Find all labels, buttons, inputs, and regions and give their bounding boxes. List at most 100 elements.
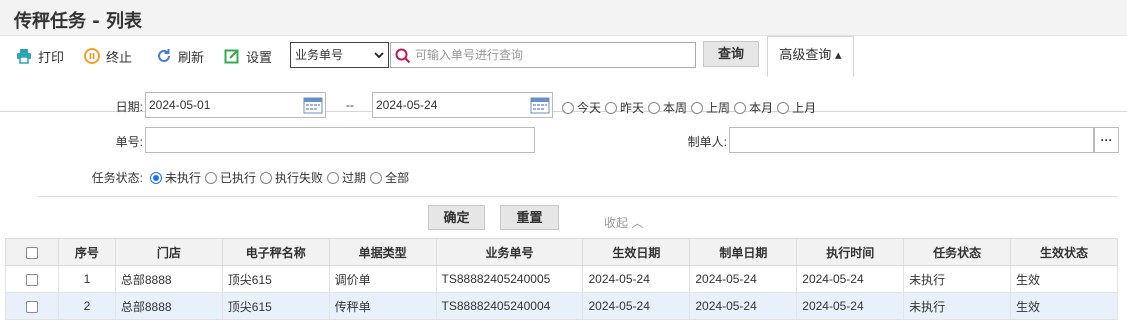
radio-circle <box>370 171 383 184</box>
status-option-label: 已执行 <box>220 171 257 185</box>
creator-input[interactable] <box>729 127 1094 153</box>
column-header[interactable]: 生效状态 <box>1010 238 1118 266</box>
date-to-input[interactable]: 2024-05-24 <box>372 92 553 118</box>
radio-circle <box>648 101 661 114</box>
status-expired[interactable]: 过期 <box>327 169 366 186</box>
column-header[interactable]: 制单日期 <box>689 238 798 266</box>
row-checkbox[interactable] <box>25 300 38 313</box>
cell-order-no: TS88882405240004 <box>435 292 584 320</box>
quick-date-today[interactable]: 今天 <box>562 99 601 116</box>
table-row[interactable]: 1 总部8888 顶尖615 调价单 TS88882405240005 2024… <box>5 265 1118 293</box>
print-button[interactable]: 打印 <box>16 46 64 66</box>
quick-date-this-week[interactable]: 本周 <box>648 99 687 116</box>
column-header[interactable]: 序号 <box>57 238 116 266</box>
search-icon <box>395 48 411 64</box>
quick-date-yesterday[interactable]: 昨天 <box>605 99 644 116</box>
date-to-value: 2024-05-24 <box>376 98 438 112</box>
toolbar: 打印 终止 刷新 设置 业务单号 查询 高级查询 ▴ <box>0 36 1127 112</box>
refresh-label: 刷新 <box>178 49 205 65</box>
search-box <box>390 42 696 68</box>
quick-date-radios: 今天 昨天 本周 上周 本月 上月 <box>562 99 820 116</box>
creator-label: 制单人: <box>687 135 727 149</box>
column-header[interactable]: 单据类型 <box>328 238 437 266</box>
cell-effective-date: 2024-05-24 <box>582 292 691 320</box>
title-bar: 传秤任务 - 列表 <box>0 0 1127 36</box>
reset-button[interactable]: 重置 <box>500 205 559 230</box>
cell-exec-time: 2024-05-24 <box>796 292 905 320</box>
quick-date-label: 本月 <box>749 101 774 115</box>
radio-circle <box>562 101 574 114</box>
status-label: 任务状态: <box>91 171 143 185</box>
calendar-icon[interactable] <box>303 96 323 114</box>
status-option-label: 执行失败 <box>275 171 324 185</box>
column-header[interactable]: 执行时间 <box>796 238 905 266</box>
cell-doc-type: 调价单 <box>328 265 437 293</box>
search-type-select[interactable]: 业务单号 <box>290 42 389 68</box>
quick-date-label: 昨天 <box>620 101 645 115</box>
refresh-button[interactable]: 刷新 <box>156 46 204 66</box>
cell-task-status: 未执行 <box>903 292 1012 320</box>
order-no-label: 单号: <box>115 135 143 149</box>
search-input[interactable] <box>415 46 690 64</box>
row-select-cell <box>5 265 59 293</box>
radio-circle-selected <box>150 171 162 184</box>
column-header[interactable]: 电子秤名称 <box>221 238 330 266</box>
status-radios: 未执行 已执行 执行失败 过期 全部 <box>150 169 413 186</box>
radio-circle <box>605 101 618 114</box>
cell-exec-time: 2024-05-24 <box>796 265 905 293</box>
quick-date-label: 本周 <box>663 101 688 115</box>
cell-index: 1 <box>57 265 116 293</box>
column-header[interactable]: 业务单号 <box>435 238 584 266</box>
query-button[interactable]: 查询 <box>703 41 759 67</box>
status-option-label: 过期 <box>342 171 367 185</box>
select-all-header <box>5 238 59 266</box>
status-pending[interactable]: 未执行 <box>150 169 201 186</box>
radio-circle <box>777 101 790 114</box>
cell-store: 总部8888 <box>114 265 223 293</box>
stop-button[interactable]: 终止 <box>84 46 132 66</box>
collapse-toggle[interactable]: 收起 ︿ <box>604 214 643 231</box>
quick-date-last-week[interactable]: 上周 <box>691 99 730 116</box>
status-option-label: 全部 <box>385 171 410 185</box>
column-header[interactable]: 任务状态 <box>903 238 1012 266</box>
cell-task-status: 未执行 <box>903 265 1012 293</box>
settings-button[interactable]: 设置 <box>224 46 272 66</box>
row-checkbox[interactable] <box>25 273 38 286</box>
cell-scale-name: 顶尖615 <box>221 292 330 320</box>
column-header[interactable]: 生效日期 <box>582 238 691 266</box>
calendar-icon[interactable] <box>530 96 550 114</box>
cell-created-date: 2024-05-24 <box>689 265 798 293</box>
confirm-button[interactable]: 确定 <box>428 205 485 230</box>
print-label: 打印 <box>38 49 65 65</box>
select-all-checkbox[interactable] <box>25 246 38 259</box>
quick-date-label: 今天 <box>577 101 602 115</box>
settings-label: 设置 <box>246 49 273 65</box>
radio-circle <box>734 101 747 114</box>
column-header[interactable]: 门店 <box>114 238 223 266</box>
status-executed[interactable]: 已执行 <box>205 169 256 186</box>
radio-circle <box>205 171 218 184</box>
filter-divider <box>38 196 1118 197</box>
task-table: 序号 门店 电子秤名称 单据类型 业务单号 生效日期 制单日期 执行时间 任务状… <box>5 238 1118 320</box>
creator-more-button[interactable]: ··· <box>1094 127 1119 153</box>
status-all[interactable]: 全部 <box>370 169 409 186</box>
status-failed[interactable]: 执行失败 <box>260 169 323 186</box>
cell-effective-status: 生效 <box>1010 265 1118 293</box>
radio-circle <box>691 101 704 114</box>
refresh-icon <box>158 49 170 62</box>
radio-circle <box>327 171 340 184</box>
pause-circle-icon <box>84 48 100 64</box>
cell-created-date: 2024-05-24 <box>689 292 798 320</box>
date-from-input[interactable]: 2024-05-01 <box>145 92 326 118</box>
quick-date-this-month[interactable]: 本月 <box>734 99 773 116</box>
cell-store: 总部8888 <box>114 292 223 320</box>
order-no-input[interactable] <box>145 127 535 153</box>
advanced-query-tab[interactable]: 高级查询 ▴ <box>767 36 854 77</box>
search-type-value: 业务单号 <box>295 48 344 62</box>
quick-date-last-month[interactable]: 上月 <box>777 99 816 116</box>
quick-date-label: 上周 <box>706 101 731 115</box>
table-header-row: 序号 门店 电子秤名称 单据类型 业务单号 生效日期 制单日期 执行时间 任务状… <box>5 238 1118 266</box>
cell-scale-name: 顶尖615 <box>221 265 330 293</box>
printer-icon <box>17 49 31 64</box>
table-row[interactable]: 2 总部8888 顶尖615 传秤单 TS88882405240004 2024… <box>5 292 1118 320</box>
